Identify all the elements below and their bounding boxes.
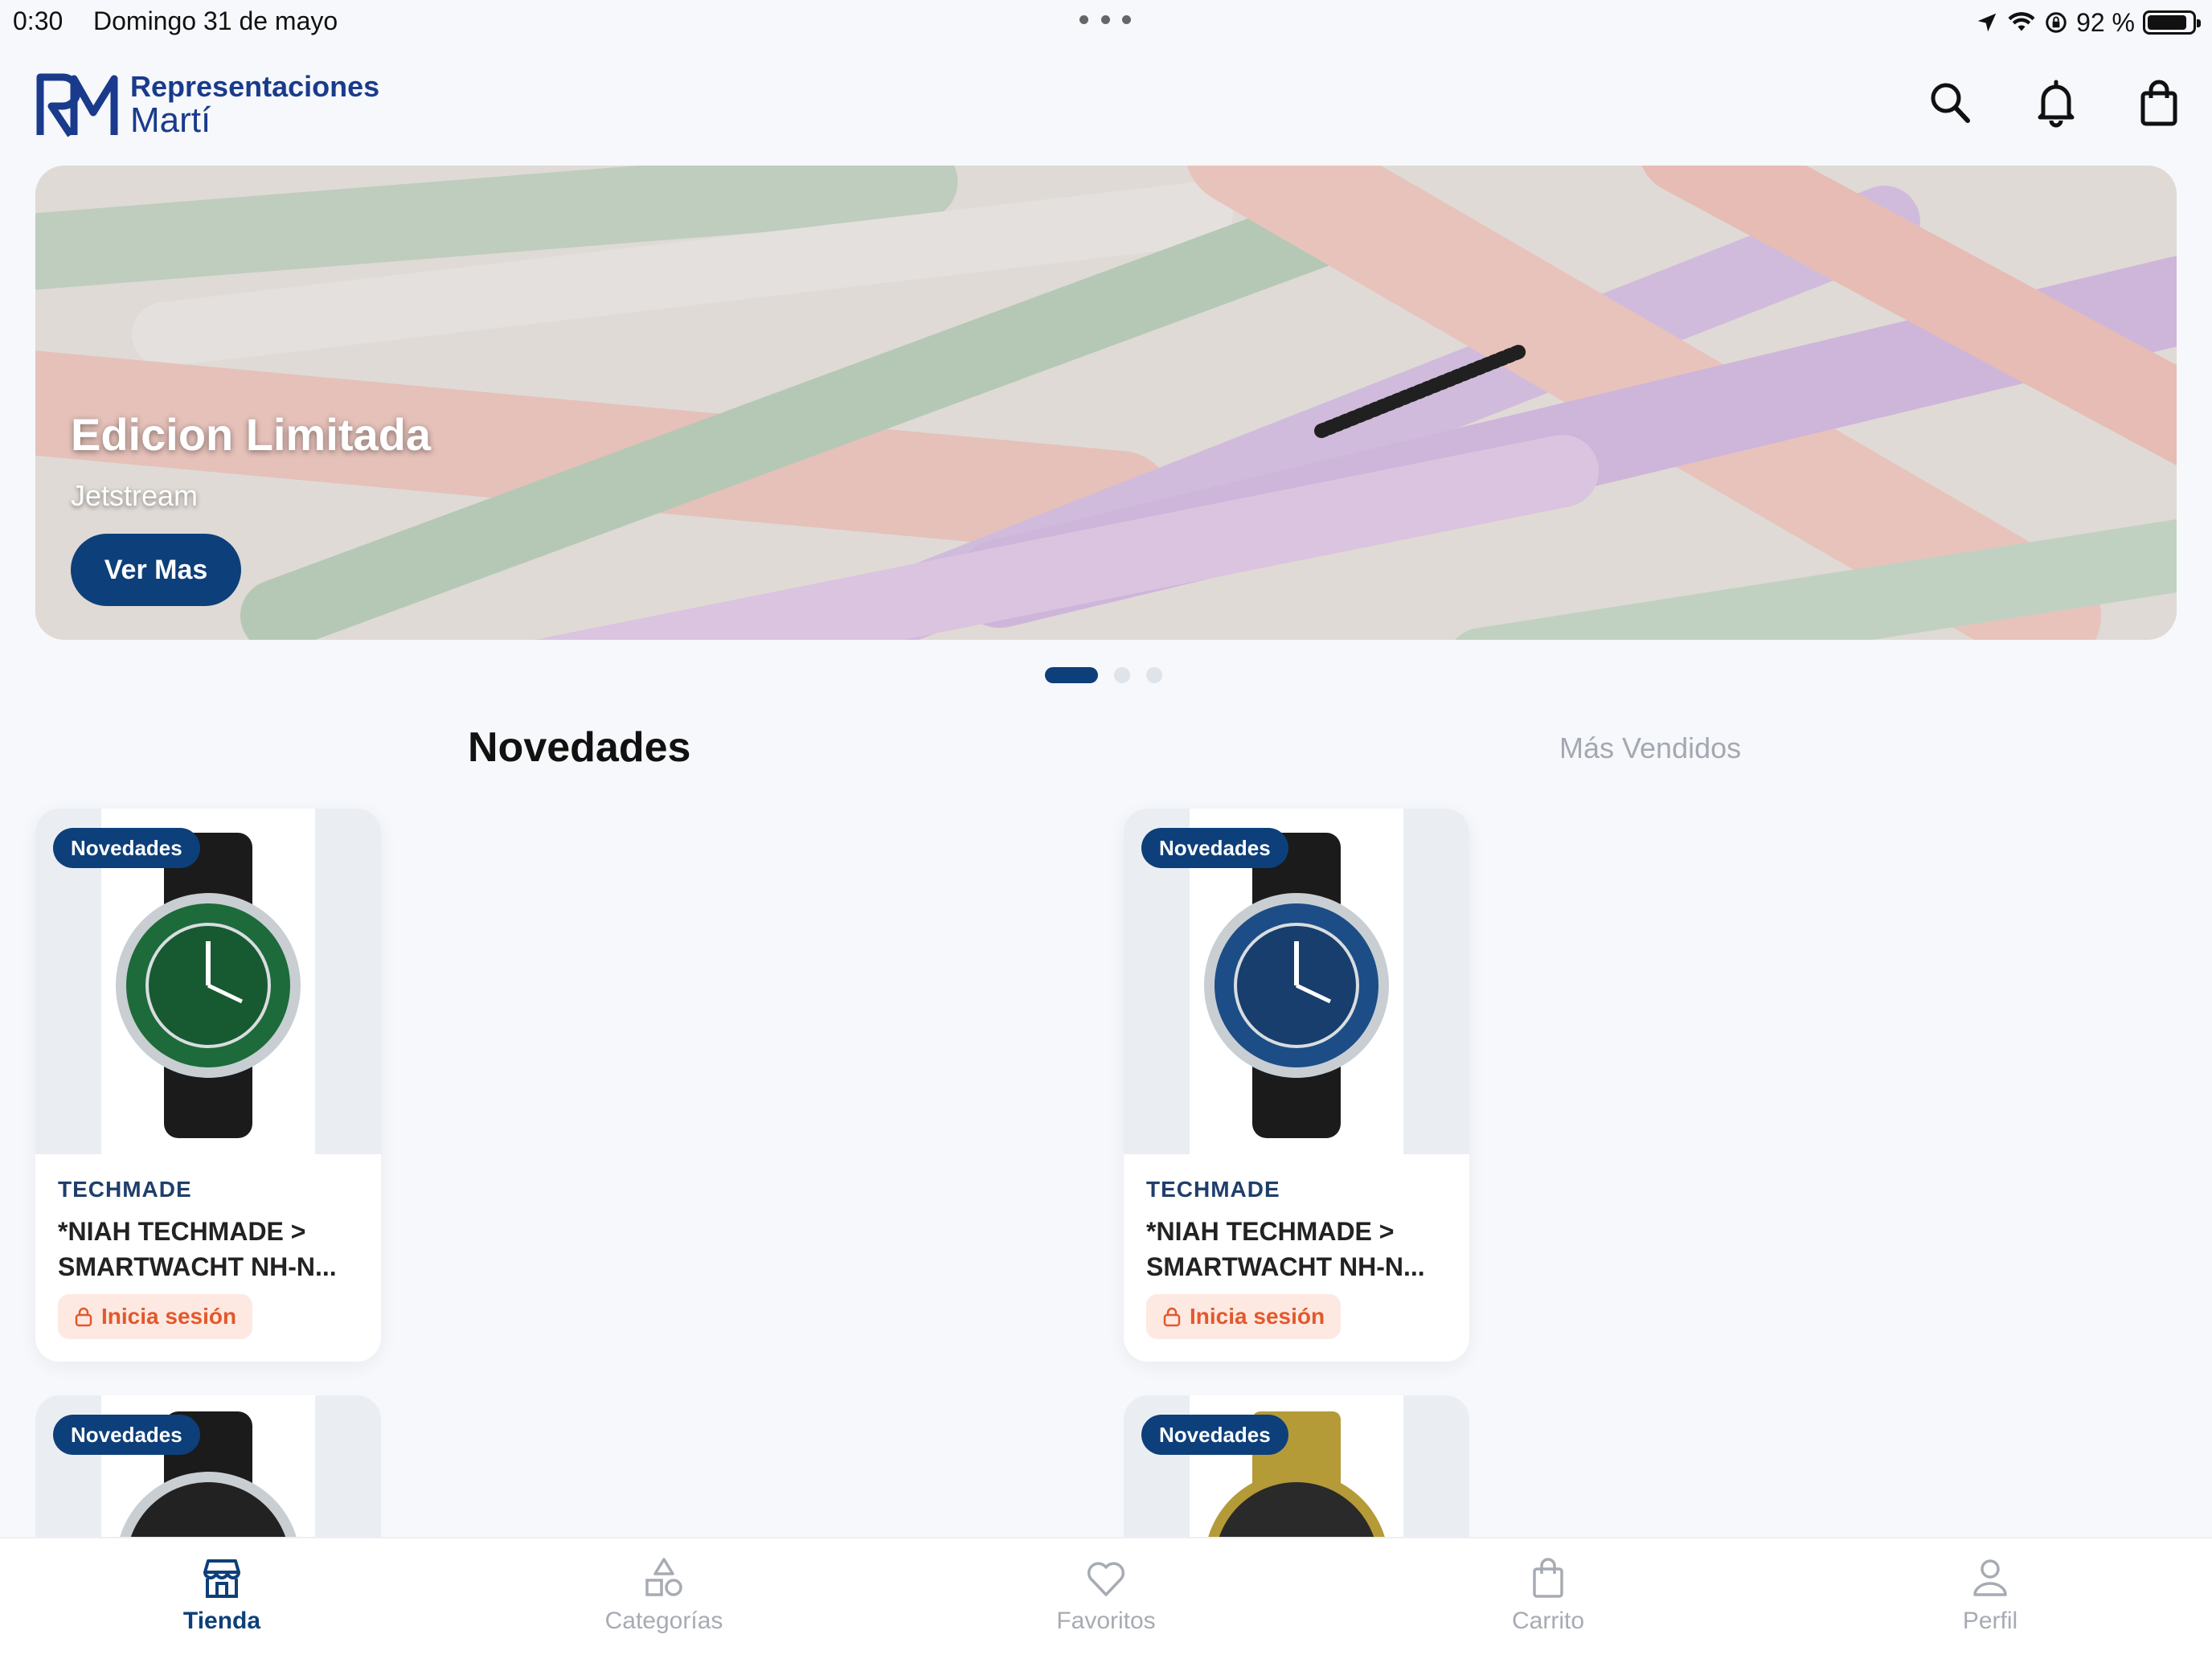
logo-line2: Martí xyxy=(130,100,211,140)
product-name[interactable]: *NIAH TECHMADE > SMARTWACHT NH-N... xyxy=(1146,1214,1452,1284)
pens-background-image xyxy=(35,166,2177,640)
page-dot-active[interactable] xyxy=(1045,667,1098,683)
banner-subtitle: Jetstream xyxy=(71,479,199,512)
tab-mas-vendidos[interactable]: Más Vendidos xyxy=(1559,731,1741,765)
novedades-badge: Novedades xyxy=(1141,1415,1288,1455)
promo-banner[interactable]: Edicion Limitada Jetstream Ver Mas xyxy=(35,166,2177,640)
product-card[interactable]: Novedades xyxy=(1124,1395,1469,1556)
status-date: Domingo 31 de mayo xyxy=(93,6,338,35)
novedades-badge: Novedades xyxy=(53,828,200,868)
categories-icon xyxy=(645,1558,682,1596)
shopping-bag-icon[interactable] xyxy=(2135,77,2183,129)
ver-mas-button[interactable]: Ver Mas xyxy=(71,534,241,606)
status-bar: 0:30 Domingo 31 de mayo 92 % xyxy=(0,0,2212,48)
banner-title: Edicion Limitada xyxy=(71,409,432,460)
wifi-icon xyxy=(2008,12,2035,31)
brand-logo[interactable]: Representaciones Martí xyxy=(35,69,379,141)
nav-label: Categorías xyxy=(604,1608,723,1634)
nav-label: Favoritos xyxy=(1056,1608,1156,1634)
login-to-see-price-button[interactable]: Inicia sesión xyxy=(58,1294,253,1339)
banner-pagination xyxy=(1045,667,1162,683)
product-brand: TECHMADE xyxy=(58,1177,192,1202)
nav-categorias[interactable]: Categorías xyxy=(559,1555,768,1651)
login-label: Inicia sesión xyxy=(1190,1304,1325,1329)
product-brand: TECHMADE xyxy=(1146,1177,1280,1202)
tab-novedades[interactable]: Novedades xyxy=(468,723,690,772)
screen-lock-icon xyxy=(2046,12,2067,33)
bottom-tab-bar: Tienda Categorías Favoritos Carrito Perf… xyxy=(0,1537,2212,1659)
status-time: 0:30 xyxy=(13,6,63,35)
lock-icon xyxy=(75,1307,92,1327)
search-icon[interactable] xyxy=(1926,77,1974,129)
store-icon xyxy=(203,1559,240,1598)
nav-label: Carrito xyxy=(1511,1608,1584,1634)
product-card[interactable]: Novedades xyxy=(35,1395,381,1556)
novedades-badge: Novedades xyxy=(1141,828,1288,868)
nav-tienda[interactable]: Tienda xyxy=(117,1555,326,1651)
heart-icon xyxy=(1087,1562,1125,1596)
status-indicators: 92 % xyxy=(1975,5,2201,40)
user-icon xyxy=(1973,1559,2007,1596)
page-dot[interactable] xyxy=(1114,667,1130,683)
login-label: Inicia sesión xyxy=(101,1304,237,1329)
nav-perfil[interactable]: Perfil xyxy=(1886,1555,2095,1651)
page-dot[interactable] xyxy=(1146,667,1162,683)
product-card[interactable]: Novedades TECHMADE *NIAH TECHMADE > SMAR… xyxy=(1124,809,1469,1362)
bell-icon[interactable] xyxy=(2032,77,2080,129)
product-card[interactable]: Novedades TECHMADE *NIAH TECHMADE > SMAR… xyxy=(35,809,381,1362)
cart-bag-icon xyxy=(1533,1558,1563,1598)
location-arrow-icon xyxy=(1977,13,1997,32)
logo-line1: Representaciones xyxy=(130,70,380,103)
lock-icon xyxy=(1163,1307,1181,1327)
nav-label: Tienda xyxy=(182,1608,261,1634)
multitasking-dots-icon[interactable] xyxy=(1079,10,1131,29)
login-to-see-price-button[interactable]: Inicia sesión xyxy=(1146,1294,1342,1339)
product-name[interactable]: *NIAH TECHMADE > SMARTWACHT NH-N... xyxy=(58,1214,363,1284)
battery-icon xyxy=(2143,10,2201,35)
rm-logo-mark xyxy=(36,73,118,137)
nav-label: Perfil xyxy=(1962,1608,2018,1634)
novedades-badge: Novedades xyxy=(53,1415,200,1455)
nav-favoritos[interactable]: Favoritos xyxy=(1002,1555,1210,1651)
nav-carrito[interactable]: Carrito xyxy=(1444,1555,1653,1651)
battery-percent: 92 % xyxy=(2076,7,2135,37)
